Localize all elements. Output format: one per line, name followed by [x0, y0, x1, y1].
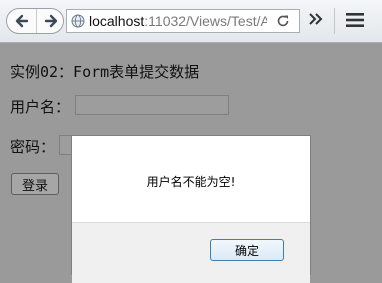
username-input[interactable]: [75, 95, 229, 115]
arrow-left-icon: [15, 14, 29, 28]
url-host: localhost: [89, 13, 145, 29]
address-bar[interactable]: localhost:11032/Views/Test/A: [66, 9, 300, 33]
double-chevron-icon[interactable]: [306, 10, 324, 28]
url-text: localhost:11032/Views/Test/A: [89, 13, 267, 29]
nav-buttons: [6, 8, 64, 34]
alert-footer: 确定: [72, 222, 310, 283]
globe-icon: [71, 14, 85, 28]
toolbar-separator: [334, 8, 335, 34]
reload-icon[interactable]: [276, 14, 290, 28]
ok-button[interactable]: 确定: [210, 239, 284, 261]
username-label: 用户名：: [10, 98, 71, 116]
alert-message: 用户名不能为空!: [146, 175, 236, 189]
back-button[interactable]: [8, 9, 36, 33]
alert-dialog: 用户名不能为空! 确定: [71, 135, 311, 283]
forward-button[interactable]: [36, 9, 65, 33]
login-button[interactable]: 登录: [11, 173, 59, 195]
password-label: 密码：: [10, 138, 56, 156]
url-path: :11032/Views/Test/A: [144, 13, 267, 29]
browser-toolbar: localhost:11032/Views/Test/A: [0, 0, 382, 43]
hamburger-menu-icon[interactable]: [345, 12, 365, 28]
page-title: 实例02：Form表单提交数据: [10, 63, 200, 81]
arrow-right-icon: [44, 14, 58, 28]
